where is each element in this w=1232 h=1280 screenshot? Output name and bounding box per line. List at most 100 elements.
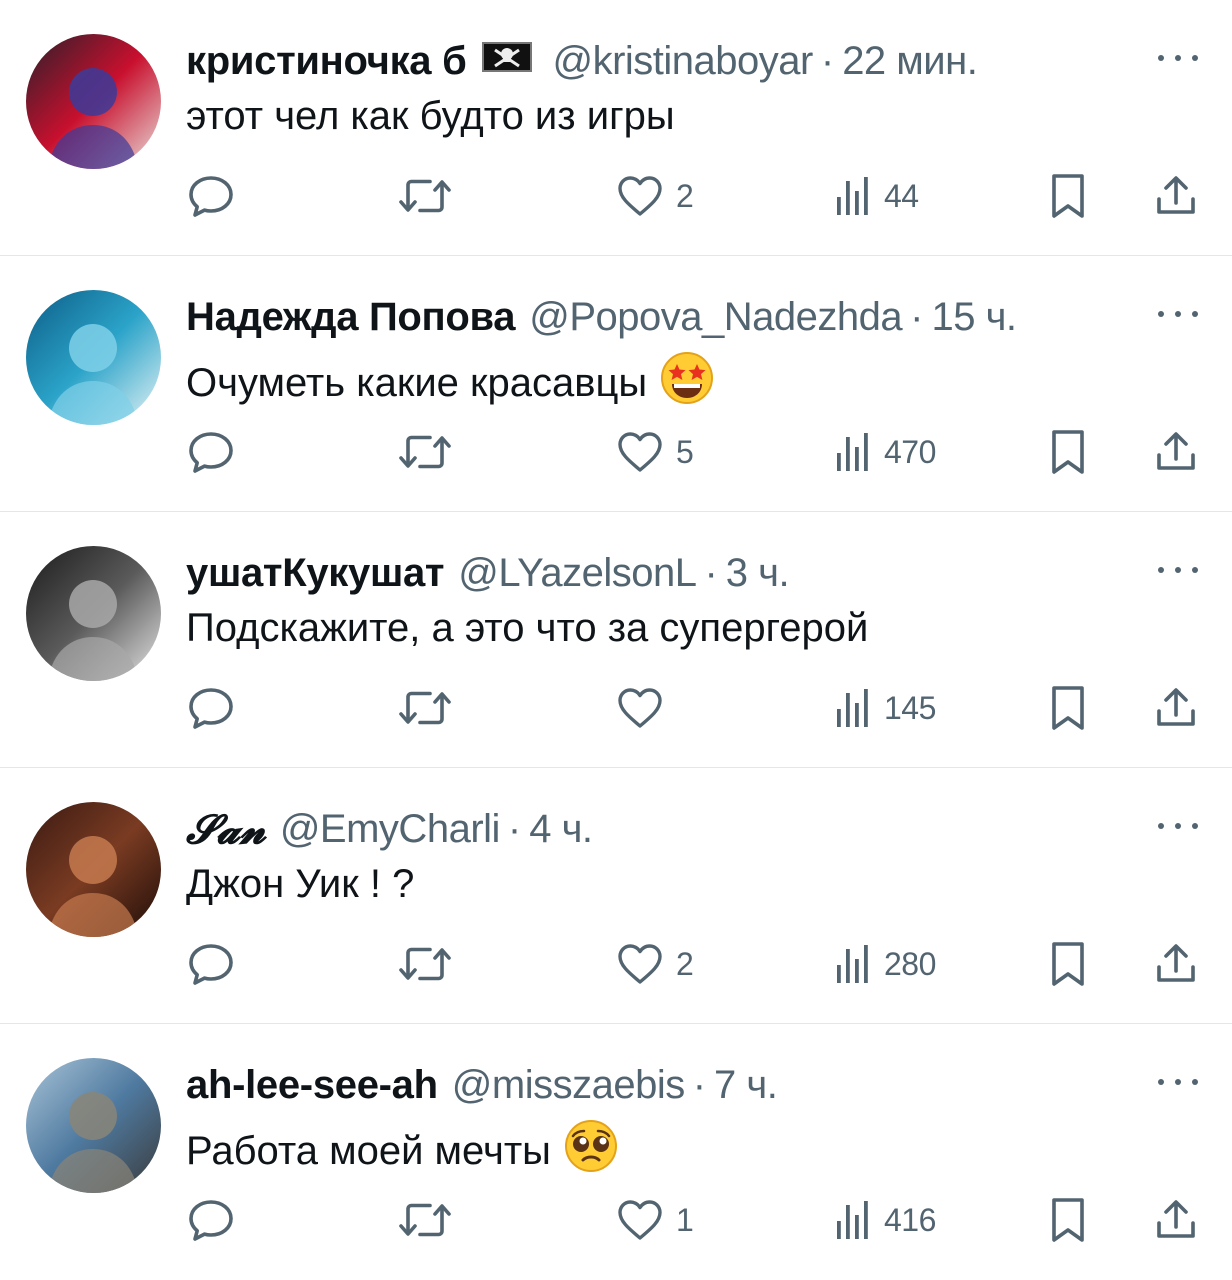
- retweet-button[interactable]: [398, 424, 452, 480]
- bookmark-icon: [1048, 939, 1088, 989]
- reply-item[interactable]: ah-lee-see-ah @misszaebis · 7 ч. Работа …: [0, 1024, 1232, 1280]
- reply-text: Джон Уик ! ?: [186, 862, 415, 906]
- retweet-button[interactable]: [398, 680, 452, 736]
- reply-button[interactable]: [186, 168, 236, 224]
- views-button[interactable]: 470: [834, 424, 936, 480]
- avatar[interactable]: [26, 34, 161, 169]
- reply-button[interactable]: [186, 680, 236, 736]
- views-icon: [834, 941, 872, 987]
- user-handle[interactable]: @misszaebis: [452, 1063, 685, 1108]
- views-button[interactable]: 280: [834, 936, 936, 992]
- reply-header: ушатКукушат @LYazelsonL · 3 ч.: [186, 548, 1112, 598]
- share-button[interactable]: [1154, 680, 1198, 736]
- views-icon: [834, 429, 872, 475]
- reply-icon: [186, 429, 236, 475]
- views-button[interactable]: 416: [834, 1192, 936, 1248]
- view-count: 470: [884, 433, 936, 470]
- display-name[interactable]: Надежда Попова: [186, 295, 516, 340]
- avatar[interactable]: [26, 802, 161, 937]
- pirate-flag-icon: [480, 39, 534, 84]
- display-name[interactable]: кристиночка б: [186, 39, 467, 84]
- display-name[interactable]: 𝓢𝓪𝓷: [186, 806, 266, 853]
- user-handle[interactable]: @EmyCharli: [280, 807, 501, 852]
- reply-text-row: Подскажите, а это что за супергерой: [186, 606, 868, 651]
- reply-item[interactable]: Надежда Попова @Popova_Nadezhda · 15 ч. …: [0, 256, 1232, 512]
- separator: ·: [910, 294, 924, 339]
- share-button[interactable]: [1154, 1192, 1198, 1248]
- share-button[interactable]: [1154, 168, 1198, 224]
- views-button[interactable]: 145: [834, 680, 936, 736]
- views-icon: [834, 173, 872, 219]
- bookmark-button[interactable]: [1048, 680, 1088, 736]
- heart-icon: [616, 686, 664, 730]
- view-count: 145: [884, 689, 936, 726]
- user-handle[interactable]: @LYazelsonL: [458, 551, 697, 596]
- like-count: 2: [676, 177, 694, 214]
- retweet-button[interactable]: [398, 168, 452, 224]
- timestamp[interactable]: 3 ч.: [726, 551, 790, 596]
- views-button[interactable]: 44: [834, 168, 919, 224]
- more-icon[interactable]: [1158, 308, 1198, 320]
- heart-icon: [616, 174, 664, 218]
- reply-item[interactable]: ушатКукушат @LYazelsonL · 3 ч. Подскажит…: [0, 512, 1232, 768]
- heart-icon: [616, 942, 664, 986]
- timestamp[interactable]: 4 ч.: [529, 807, 593, 852]
- like-count: 1: [676, 1201, 694, 1238]
- like-count: 2: [676, 945, 694, 982]
- share-button[interactable]: [1154, 424, 1198, 480]
- bookmark-button[interactable]: [1048, 1192, 1088, 1248]
- bookmark-button[interactable]: [1048, 168, 1088, 224]
- bookmark-icon: [1048, 427, 1088, 477]
- avatar[interactable]: [26, 290, 161, 425]
- more-icon[interactable]: [1158, 52, 1198, 64]
- timestamp[interactable]: 22 мин.: [842, 39, 978, 84]
- view-count: 416: [884, 1201, 936, 1238]
- separator: ·: [507, 806, 522, 851]
- reply-text: Очуметь какие красавцы: [186, 360, 648, 405]
- avatar[interactable]: [26, 1058, 161, 1193]
- like-button[interactable]: [616, 680, 676, 736]
- bookmark-button[interactable]: [1048, 936, 1088, 992]
- reply-text: Подскажите, а это что за супергерой: [186, 606, 869, 650]
- reply-header: кристиночка б @kristinaboyar · 22 мин.: [186, 36, 1112, 86]
- more-icon[interactable]: [1158, 564, 1198, 576]
- action-bar: 5 470: [186, 424, 1206, 480]
- retweet-icon: [398, 429, 452, 475]
- reply-item[interactable]: кристиночка б @kristinaboyar · 22 мин. э…: [0, 0, 1232, 256]
- like-button[interactable]: 2: [616, 936, 694, 992]
- reply-header: 𝓢𝓪𝓷 @EmyCharli · 4 ч.: [186, 804, 1112, 854]
- reply-text-row: Джон Уик ! ?: [186, 862, 414, 907]
- reply-item[interactable]: 𝓢𝓪𝓷 @EmyCharli · 4 ч. Джон Уик ! ? 2 280: [0, 768, 1232, 1024]
- reply-button[interactable]: [186, 1192, 236, 1248]
- action-bar: 2 280: [186, 936, 1206, 992]
- more-icon[interactable]: [1158, 1076, 1198, 1088]
- display-name[interactable]: ah-lee-see-ah: [186, 1063, 438, 1108]
- views-icon: [834, 685, 872, 731]
- like-button[interactable]: 1: [616, 1192, 694, 1248]
- avatar[interactable]: [26, 546, 161, 681]
- heart-icon: [616, 1198, 664, 1242]
- reply-button[interactable]: [186, 936, 236, 992]
- reply-button[interactable]: [186, 424, 236, 480]
- timestamp[interactable]: 15 ч.: [931, 295, 1017, 340]
- retweet-button[interactable]: [398, 936, 452, 992]
- share-button[interactable]: [1154, 936, 1198, 992]
- reply-text: Работа моей мечты: [186, 1128, 551, 1173]
- retweet-button[interactable]: [398, 1192, 452, 1248]
- share-icon: [1154, 429, 1198, 475]
- reply-text-row: этот чел как будто из игры: [186, 94, 675, 139]
- share-icon: [1154, 685, 1198, 731]
- more-icon[interactable]: [1158, 820, 1198, 832]
- user-handle[interactable]: @Popova_Nadezhda: [529, 295, 902, 340]
- bookmark-button[interactable]: [1048, 424, 1088, 480]
- reply-header: ah-lee-see-ah @misszaebis · 7 ч.: [186, 1060, 1112, 1110]
- bookmark-icon: [1048, 171, 1088, 221]
- retweet-icon: [398, 685, 452, 731]
- timestamp[interactable]: 7 ч.: [714, 1063, 778, 1108]
- retweet-icon: [398, 1197, 452, 1243]
- user-handle[interactable]: @kristinaboyar: [552, 39, 813, 84]
- reply-header: Надежда Попова @Popova_Nadezhda · 15 ч.: [186, 292, 1112, 342]
- display-name[interactable]: ушатКукушат: [186, 551, 445, 596]
- like-button[interactable]: 2: [616, 168, 694, 224]
- like-button[interactable]: 5: [616, 424, 694, 480]
